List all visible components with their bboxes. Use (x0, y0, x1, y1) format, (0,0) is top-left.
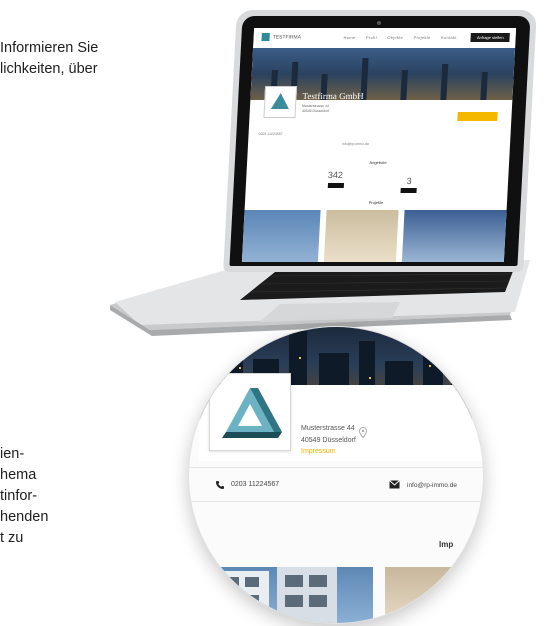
imprint-link[interactable]: Impressum (301, 448, 336, 455)
mini-count-left-label (327, 183, 345, 188)
mini-phone[interactable]: 0203 11224567 (258, 132, 282, 136)
side-line-4: henden (0, 509, 49, 525)
camera-dot (377, 21, 381, 25)
project-photo-interior[interactable] (385, 567, 483, 623)
company-address: Musterstrasse 44 40549 Düsseldorf (301, 423, 356, 447)
intro-paragraph: Informieren Sie lichkeiten, über (0, 38, 98, 80)
mini-nav-objekte[interactable]: Objekte (387, 35, 403, 40)
mini-nav-home[interactable]: Home (344, 35, 356, 40)
company-logo (209, 373, 291, 451)
mini-nav-projekte[interactable]: Projekte (413, 35, 430, 40)
side-line-5: t zu (0, 530, 24, 546)
intro-line-1: Informieren Sie (0, 40, 99, 56)
mini-nav-kontakt[interactable]: Kontakt (441, 35, 457, 40)
side-paragraph: ien- hema tinfor- henden t zu (0, 444, 48, 549)
mini-count-right-label (400, 188, 417, 193)
mini-offers-heading: Angebote (369, 160, 387, 165)
mini-address: Musterstrasse 44 40549 Düsseldorf (301, 104, 330, 113)
mini-nav-links: Home Profil Objekte Projekte Kontakt (344, 35, 466, 40)
mini-nav-profil[interactable]: Profil (366, 35, 377, 40)
side-line-3: tinfor- (0, 488, 38, 504)
mini-project-photos (241, 210, 507, 262)
mini-photo-2[interactable] (323, 210, 399, 262)
zoom-magnifier: Testfirma GmbH Musterstrasse 44 40549 Dü… (188, 326, 484, 624)
address-street: Musterstrasse 44 (301, 425, 355, 432)
mini-company-name: Testfirma GmbH (302, 91, 364, 101)
address-city: 40549 Düsseldorf (301, 437, 356, 444)
mini-company-logo (263, 86, 298, 118)
mini-email[interactable]: info@rp-immo.de (342, 142, 369, 146)
penrose-triangle-icon (222, 388, 282, 438)
mini-cta-button[interactable]: Anfrage stellen (470, 33, 510, 42)
phone-number[interactable]: 0203 11224567 (231, 481, 279, 488)
mini-photo-1[interactable] (241, 210, 321, 262)
company-name: Testfirma GmbH (299, 395, 415, 414)
mini-logo[interactable]: TESTFIRMA (261, 33, 301, 41)
phone-icon (216, 481, 224, 489)
section-heading: Imp (439, 540, 454, 549)
email-address[interactable]: info@rp-immo.de (407, 482, 457, 489)
mini-count-right: 3 (406, 176, 412, 186)
mini-photo-3[interactable] (401, 210, 507, 262)
project-photo-building[interactable] (189, 567, 373, 623)
mini-contact-button[interactable] (457, 112, 498, 121)
mini-navbar: TESTFIRMA Home Profil Objekte Projekte K… (253, 28, 517, 49)
mail-icon (389, 480, 400, 489)
mini-projects-heading: Projekte (368, 200, 384, 205)
laptop-screen: TESTFIRMA Home Profil Objekte Projekte K… (241, 28, 517, 262)
mini-count-left: 342 (327, 170, 344, 180)
side-line-1: ien- (0, 446, 25, 462)
side-line-2: hema (0, 467, 37, 483)
map-pin-icon[interactable] (359, 427, 367, 438)
divider-bottom (189, 501, 483, 502)
intro-line-2: lichkeiten, über (0, 61, 98, 77)
divider-top (189, 467, 483, 468)
